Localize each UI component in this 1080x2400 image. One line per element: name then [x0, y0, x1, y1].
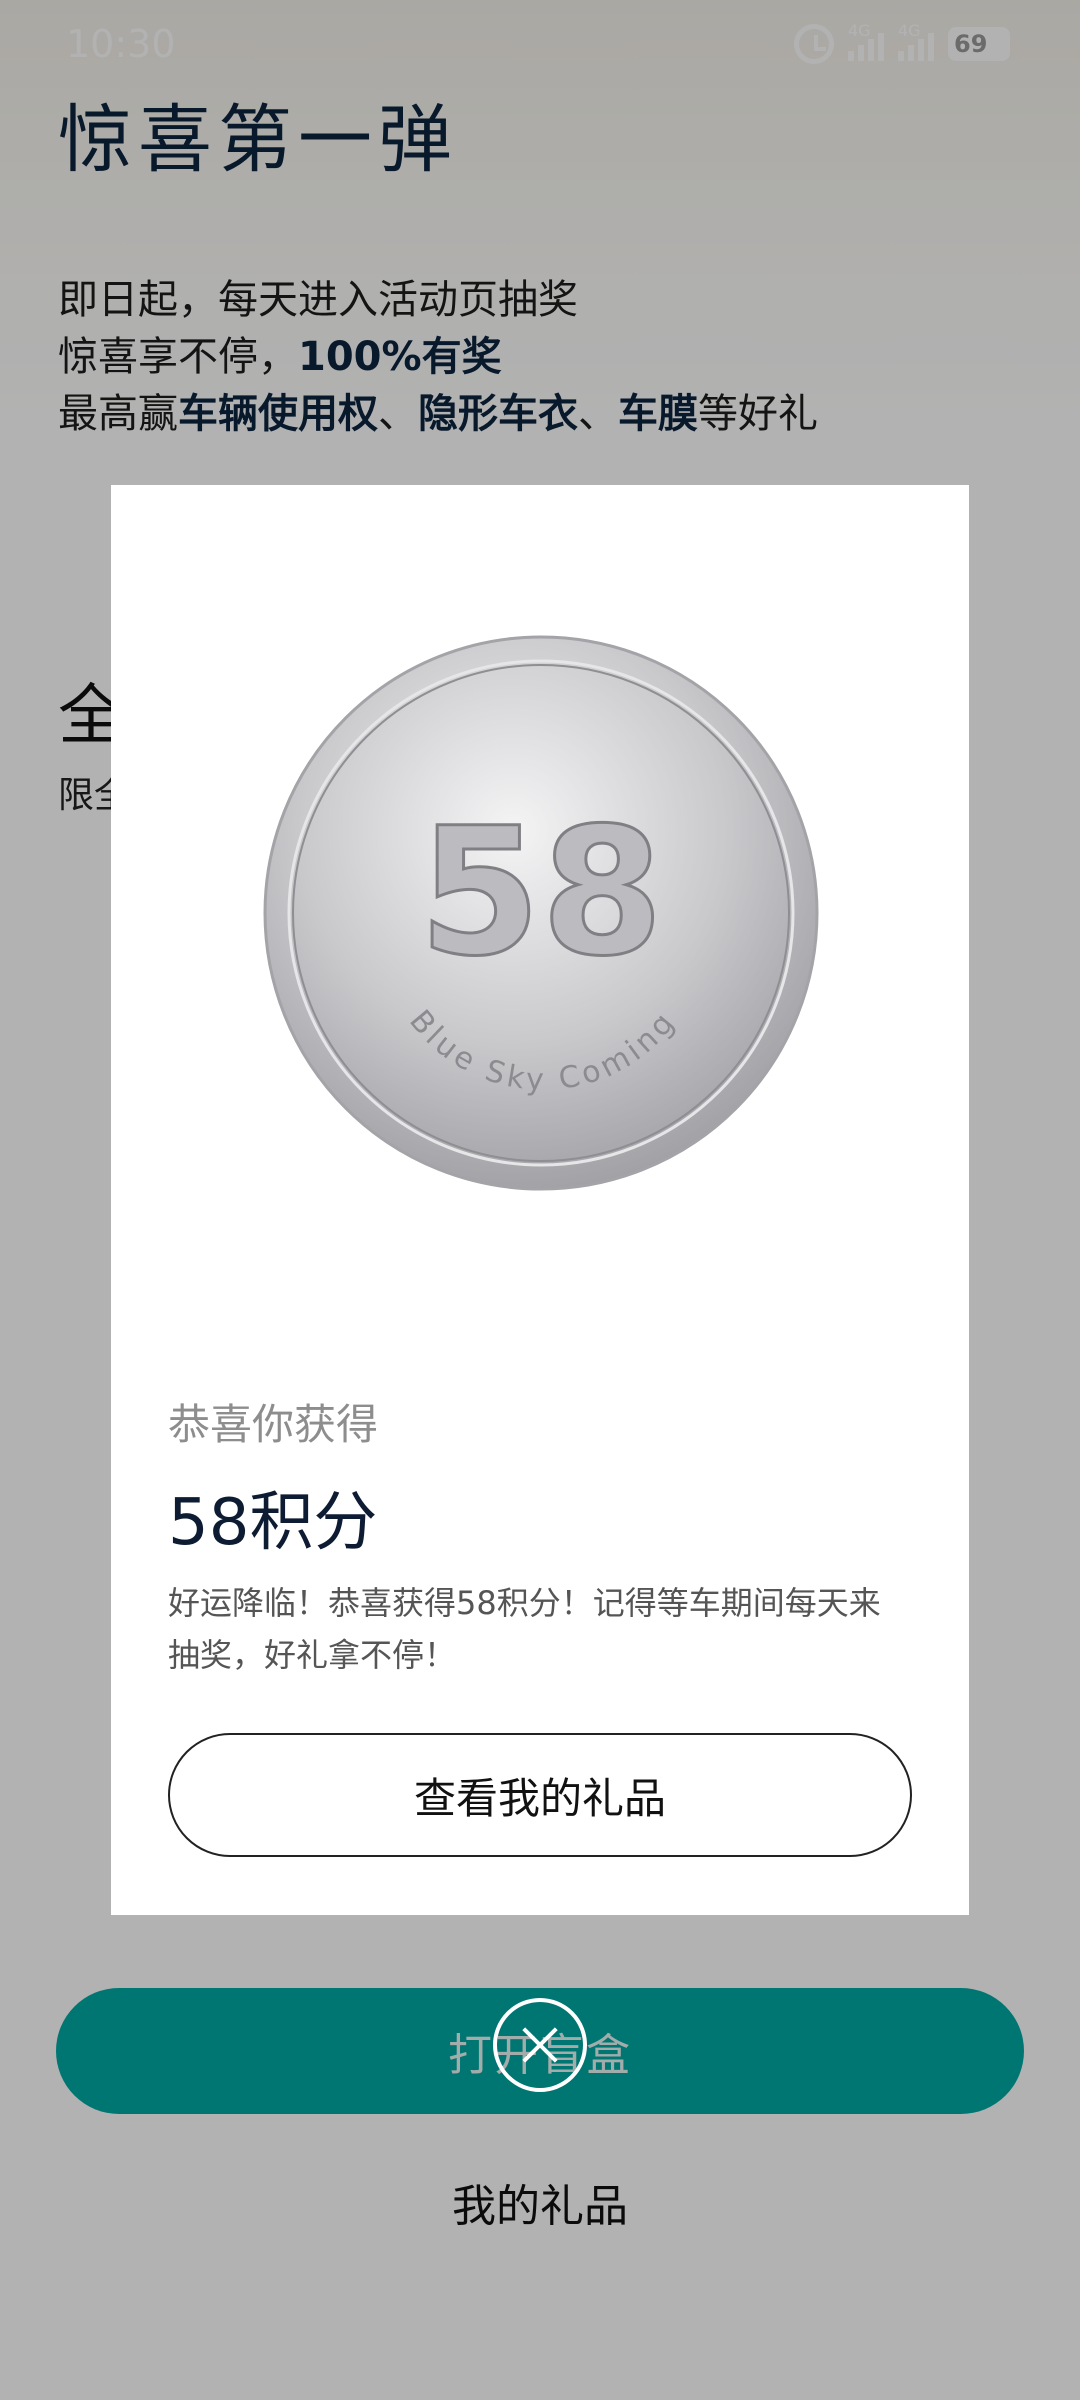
close-icon[interactable] — [493, 1998, 587, 2092]
view-my-gifts-button[interactable]: 查看我的礼品 — [168, 1733, 912, 1857]
congrats-label: 恭喜你获得 — [168, 1400, 379, 1449]
coin-number: 58 — [419, 790, 664, 995]
prize-title: 58积分 — [168, 1486, 378, 1560]
coin-image: 58 Blue Sky Coming — [263, 635, 819, 1191]
prize-modal: 58 Blue Sky Coming 恭喜你获得 58积分 好运降临！恭喜获得5… — [111, 485, 969, 1915]
prize-description: 好运降临！恭喜获得58积分！记得等车期间每天来抽奖，好礼拿不停！ — [168, 1584, 881, 1674]
